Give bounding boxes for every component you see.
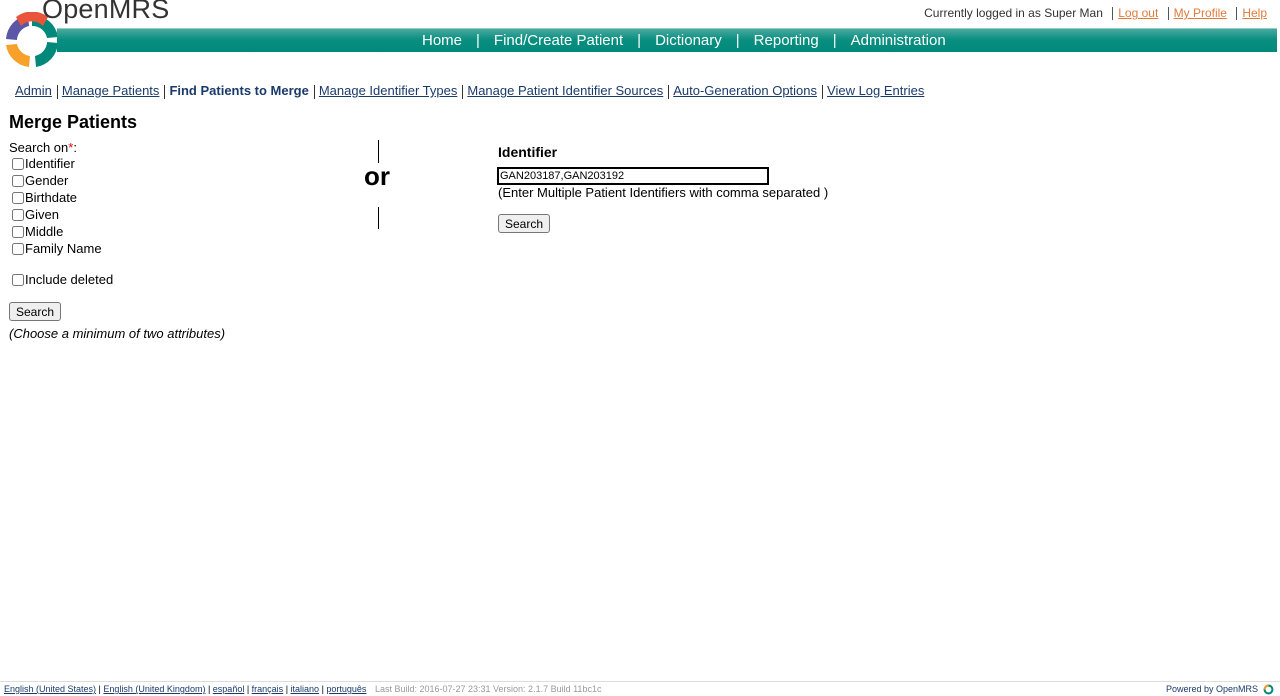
lang-en-us[interactable]: English (United States) <box>4 684 96 694</box>
identifier-note: (Enter Multiple Patient Identifiers with… <box>498 185 829 200</box>
page-title: Merge Patients <box>9 112 138 132</box>
family-name-label: Family Name <box>25 241 102 256</box>
user-bar: Currently logged in as Super Man Log out… <box>924 6 1267 21</box>
divider <box>668 84 670 99</box>
nav-administration[interactable]: Administration <box>851 32 946 49</box>
middle-checkbox[interactable] <box>12 225 24 238</box>
minimum-attributes-hint: (Choose a minimum of two attributes) <box>9 326 226 341</box>
gender-label: Gender <box>25 173 69 188</box>
submenu-find-patients-to-merge[interactable]: Find Patients to Merge <box>169 83 308 98</box>
identifier-heading: Identifier <box>498 144 558 160</box>
powered-by-text: Powered by OpenMRS <box>1165 684 1258 694</box>
divider <box>164 84 166 99</box>
include-deleted-label: Include deleted <box>25 272 114 287</box>
submenu-view-log-entries[interactable]: View Log Entries <box>827 83 924 98</box>
lang-pt[interactable]: português <box>326 684 366 694</box>
logo-text: OpenMRS <box>42 0 170 24</box>
help-link[interactable]: Help <box>1242 6 1267 20</box>
nav-find-create-patient[interactable]: Find/Create Patient <box>494 32 623 49</box>
language-links: English (United States) | English (Unite… <box>4 684 602 694</box>
or-label: or <box>364 161 390 191</box>
divider <box>56 84 58 99</box>
identifier-search-button[interactable]: Search <box>498 214 551 233</box>
attribute-search-button[interactable]: Search <box>9 302 62 321</box>
footer: English (United States) | English (Unite… <box>0 681 1280 696</box>
openmrs-small-logo-icon <box>1263 684 1274 695</box>
nav-separator: | <box>735 32 740 49</box>
lang-en-gb[interactable]: English (United Kingdom) <box>103 684 205 694</box>
divider <box>313 84 315 99</box>
divider <box>1167 7 1169 21</box>
nav-home[interactable]: Home <box>422 32 462 49</box>
search-on-label: Search on*: <box>9 140 77 155</box>
admin-submenu: Admin Manage Patients Find Patients to Mer… <box>15 83 924 99</box>
nav-dictionary[interactable]: Dictionary <box>655 32 722 49</box>
nav-separator: | <box>476 32 480 49</box>
identifier-search-form: Identifier (Enter Multiple Patient Ident… <box>497 144 829 233</box>
my-profile-link[interactable]: My Profile <box>1174 6 1227 20</box>
identifier-checkbox[interactable] <box>12 157 24 170</box>
divider <box>1112 7 1114 21</box>
submenu-manage-patients[interactable]: Manage Patients <box>62 83 160 98</box>
logged-in-text: Currently logged in as Super Man <box>924 6 1103 20</box>
logout-link[interactable]: Log out <box>1118 6 1158 20</box>
divider <box>822 84 824 99</box>
lang-fr[interactable]: français <box>252 684 284 694</box>
divider-line-top <box>378 140 379 163</box>
top-bar: OpenMRS Currently logged in as Super Man… <box>0 0 1280 70</box>
submenu-manage-identifier-sources[interactable]: Manage Patient Identifier Sources <box>467 83 663 98</box>
divider-line-bottom <box>378 207 379 229</box>
nav-reporting[interactable]: Reporting <box>754 32 819 49</box>
include-deleted-checkbox[interactable] <box>12 273 24 286</box>
given-checkbox[interactable] <box>12 208 24 221</box>
nav-separator: | <box>832 32 837 49</box>
submenu-admin[interactable]: Admin <box>15 83 52 98</box>
identifier-input[interactable] <box>497 167 769 185</box>
gender-checkbox[interactable] <box>12 174 24 187</box>
birthdate-checkbox[interactable] <box>12 191 24 204</box>
submenu-auto-generation-options[interactable]: Auto-Generation Options <box>673 83 817 98</box>
main-nav: Home | Find/Create Patient | Dictionary | Repo… <box>57 28 1277 52</box>
submenu-manage-identifier-types[interactable]: Manage Identifier Types <box>319 83 458 98</box>
lang-it[interactable]: italiano <box>291 684 320 694</box>
divider <box>1236 7 1238 21</box>
family-name-checkbox[interactable] <box>12 242 24 255</box>
given-label: Given <box>25 207 59 222</box>
divider <box>462 84 464 99</box>
lang-es[interactable]: español <box>213 684 245 694</box>
build-info: Last Build: 2016-07-27 23:31 Version: 2.… <box>374 684 602 694</box>
attribute-search-form: Search on*: Identifier Gender Birthdate … <box>9 140 225 341</box>
middle-label: Middle <box>25 224 64 239</box>
birthdate-label: Birthdate <box>25 190 78 205</box>
identifier-label: Identifier <box>25 156 75 171</box>
nav-separator: | <box>637 32 642 49</box>
